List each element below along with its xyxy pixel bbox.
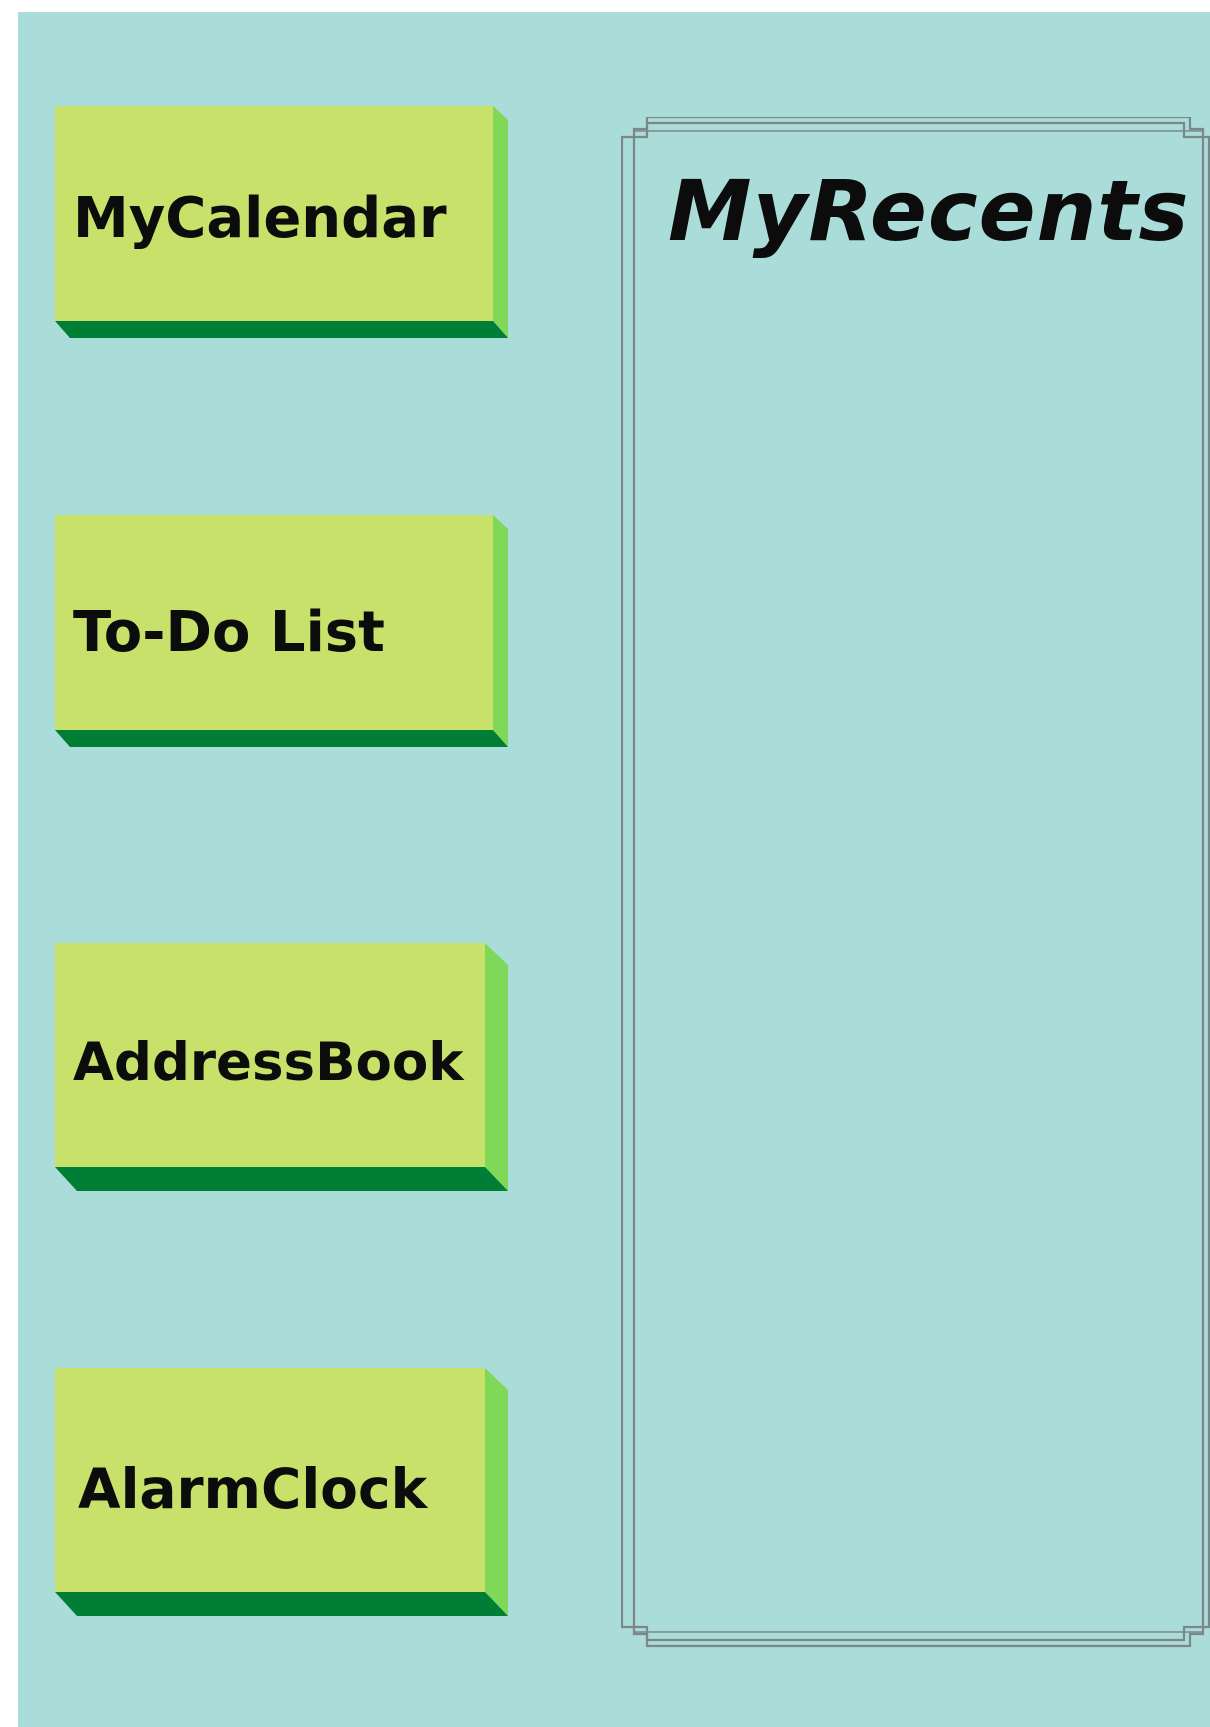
address-book-button[interactable]: AddressBook [55, 943, 508, 1191]
recents-title: MyRecents [668, 162, 1190, 260]
address-book-label: AddressBook [73, 1032, 464, 1093]
app-background: MyCalendar To-Do List AddressBook AlarmC… [18, 12, 1210, 1727]
recents-panel: MyRecents [621, 117, 1210, 1657]
alarm-clock-label: AlarmClock [78, 1457, 428, 1521]
to-do-list-label: To-Do List [73, 600, 385, 665]
my-calendar-button[interactable]: MyCalendar [55, 106, 508, 338]
to-do-list-button[interactable]: To-Do List [55, 515, 508, 747]
recents-list[interactable] [651, 287, 1181, 1617]
alarm-clock-button[interactable]: AlarmClock [55, 1368, 508, 1616]
my-calendar-label: MyCalendar [73, 186, 447, 251]
